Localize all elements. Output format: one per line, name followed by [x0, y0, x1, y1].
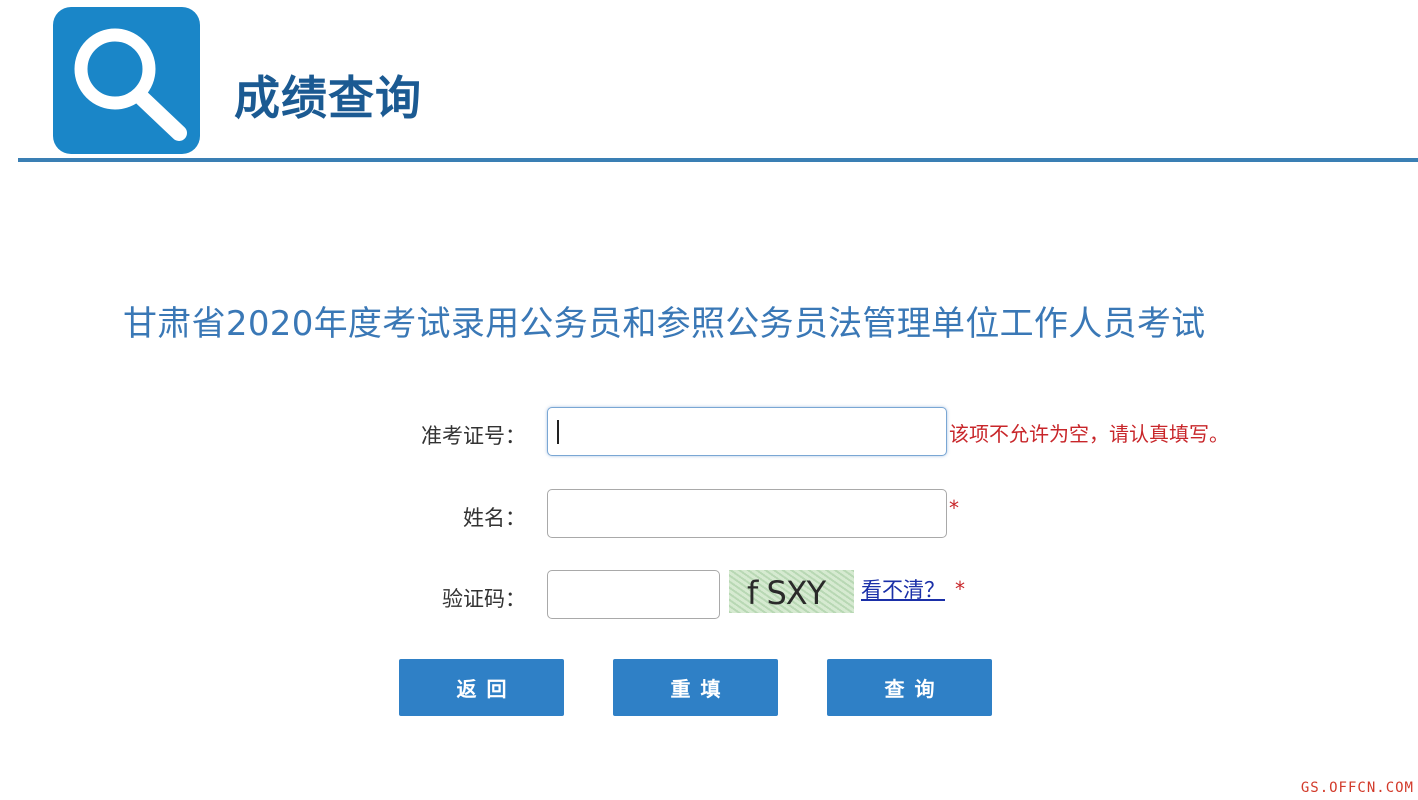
exam-title: 甘肃省2020年度考试录用公务员和参照公务员法管理单位工作人员考试 [123, 304, 1206, 344]
captcha-required-mark: * [955, 577, 965, 601]
captcha-image[interactable]: f SXY [729, 570, 854, 613]
captcha-input[interactable] [547, 570, 720, 619]
reset-button[interactable]: 重填 [613, 659, 778, 716]
name-label: 姓名： [463, 506, 526, 530]
name-input[interactable] [547, 489, 947, 538]
header-divider [18, 158, 1418, 162]
admission-number-label: 准考证号： [421, 424, 526, 448]
captcha-text: f SXY [747, 574, 826, 612]
name-required-mark: * [949, 496, 959, 520]
page-title: 成绩查询 [234, 71, 422, 125]
logo [53, 7, 200, 154]
captcha-label: 验证码： [442, 587, 526, 611]
query-button[interactable]: 查询 [827, 659, 992, 716]
back-button[interactable]: 返回 [399, 659, 564, 716]
text-caret [557, 420, 559, 444]
watermark: GS.OFFCN.COM [1300, 780, 1414, 796]
captcha-refresh-link[interactable]: 看不清？ [861, 574, 945, 604]
admission-number-input[interactable] [547, 407, 947, 456]
score-query-page: 成绩查询 甘肃省2020年度考试录用公务员和参照公务员法管理单位工作人员考试 准… [0, 0, 1418, 800]
search-icon [74, 28, 187, 141]
admission-number-error: 该项不允许为空，请认真填写。 [949, 422, 1229, 446]
